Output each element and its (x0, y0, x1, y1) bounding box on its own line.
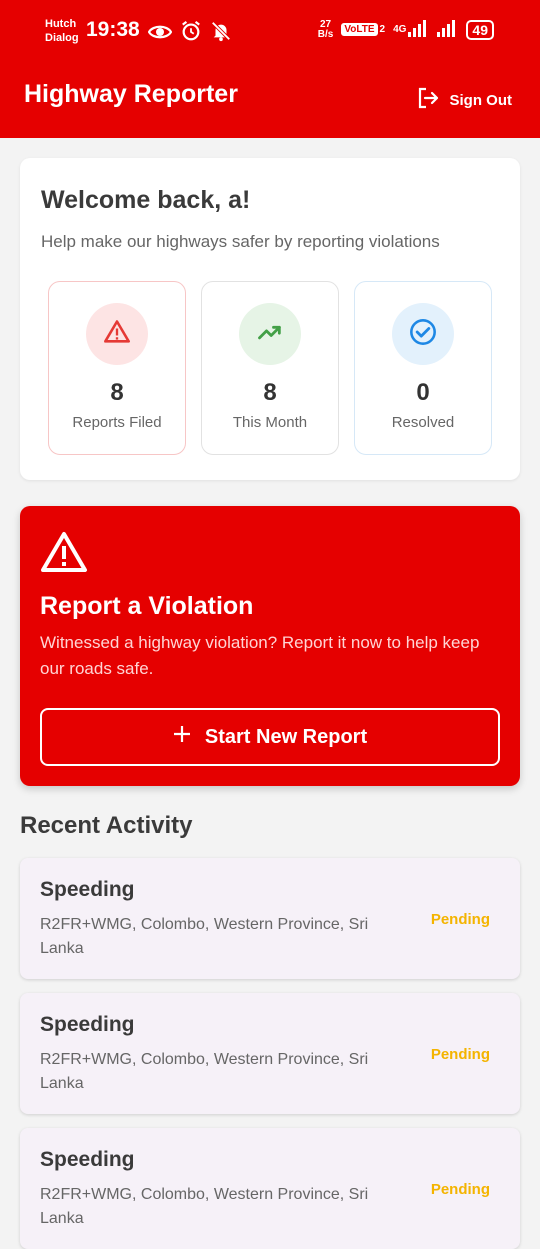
status-badge: Pending (430, 911, 490, 928)
signal-icon (408, 19, 428, 40)
app-title: Highway Reporter (24, 80, 238, 108)
activity-item[interactable]: Speeding R2FR+WMG, Colombo, Western Prov… (20, 858, 520, 979)
report-violation-card: Report a Violation Witnessed a highway v… (20, 506, 520, 786)
stat-value: 0 (416, 379, 430, 406)
start-new-report-label: Start New Report (204, 725, 368, 748)
carrier-name: Hutch Dialog (45, 17, 79, 45)
speed-value: 27 (319, 18, 332, 30)
status-badge: Pending (430, 1181, 490, 1198)
app-bar: Highway Reporter Sign Out (0, 62, 540, 138)
stat-icon-circle (239, 303, 301, 365)
stat-icon-circle (392, 303, 454, 365)
network-speed: 27 B/s (317, 18, 334, 40)
welcome-subtitle: Help make our highways safer by reportin… (41, 232, 440, 251)
clock: 19:38 (86, 18, 140, 41)
status-badge: Pending (430, 1046, 490, 1063)
sign-out-label: Sign Out (449, 91, 513, 109)
trending-up-icon (256, 318, 284, 351)
activity-item[interactable]: Speeding R2FR+WMG, Colombo, Western Prov… (20, 1128, 520, 1249)
battery-indicator: 49 (466, 19, 494, 40)
sim-slot: 2 (379, 24, 386, 35)
stat-label: Resolved (391, 414, 455, 431)
welcome-card: Welcome back, a! Help make our highways … (20, 158, 520, 480)
volte-badge: VoLTE (341, 23, 378, 36)
bell-off-icon (210, 20, 232, 49)
signal-icon (436, 19, 458, 40)
stat-card-resolved: 0 Resolved (354, 281, 492, 455)
activity-type: Speeding (40, 878, 135, 901)
report-description: Witnessed a highway violation? Report it… (40, 633, 480, 678)
warning-icon (103, 318, 131, 351)
start-new-report-button[interactable]: Start New Report (40, 708, 500, 766)
stat-icon-circle (86, 303, 148, 365)
activity-location: R2FR+WMG, Colombo, Western Province, Sri… (40, 916, 369, 957)
stat-value: 8 (263, 379, 277, 406)
check-circle-icon (409, 318, 437, 351)
alarm-icon (180, 20, 202, 49)
welcome-title: Welcome back, a! (41, 186, 251, 214)
stat-label: Reports Filed (72, 414, 162, 431)
recent-activity-title: Recent Activity (20, 812, 193, 839)
warning-icon (40, 530, 88, 579)
speed-unit: B/s (317, 28, 334, 40)
eye-icon (147, 20, 173, 49)
stat-value: 8 (110, 379, 124, 406)
stat-label: This Month (232, 414, 308, 431)
activity-location: R2FR+WMG, Colombo, Western Province, Sri… (40, 1051, 369, 1092)
sign-out-button[interactable]: Sign Out (416, 86, 513, 114)
plus-icon (173, 725, 191, 749)
report-title: Report a Violation (40, 592, 254, 620)
carrier-line-2: Dialog (45, 32, 79, 44)
stat-card-this-month: 8 This Month (201, 281, 339, 455)
activity-item[interactable]: Speeding R2FR+WMG, Colombo, Western Prov… (20, 993, 520, 1114)
activity-type: Speeding (40, 1013, 135, 1036)
activity-location: R2FR+WMG, Colombo, Western Province, Sri… (40, 1186, 369, 1227)
logout-icon (416, 86, 440, 114)
status-bar: Hutch Dialog 19:38 27 B/s VoLTE 2 4G 49 (0, 0, 540, 62)
network-type: 4G (393, 24, 407, 35)
carrier-line-1: Hutch (45, 18, 77, 30)
activity-type: Speeding (40, 1148, 135, 1171)
stat-card-reports-filed: 8 Reports Filed (48, 281, 186, 455)
